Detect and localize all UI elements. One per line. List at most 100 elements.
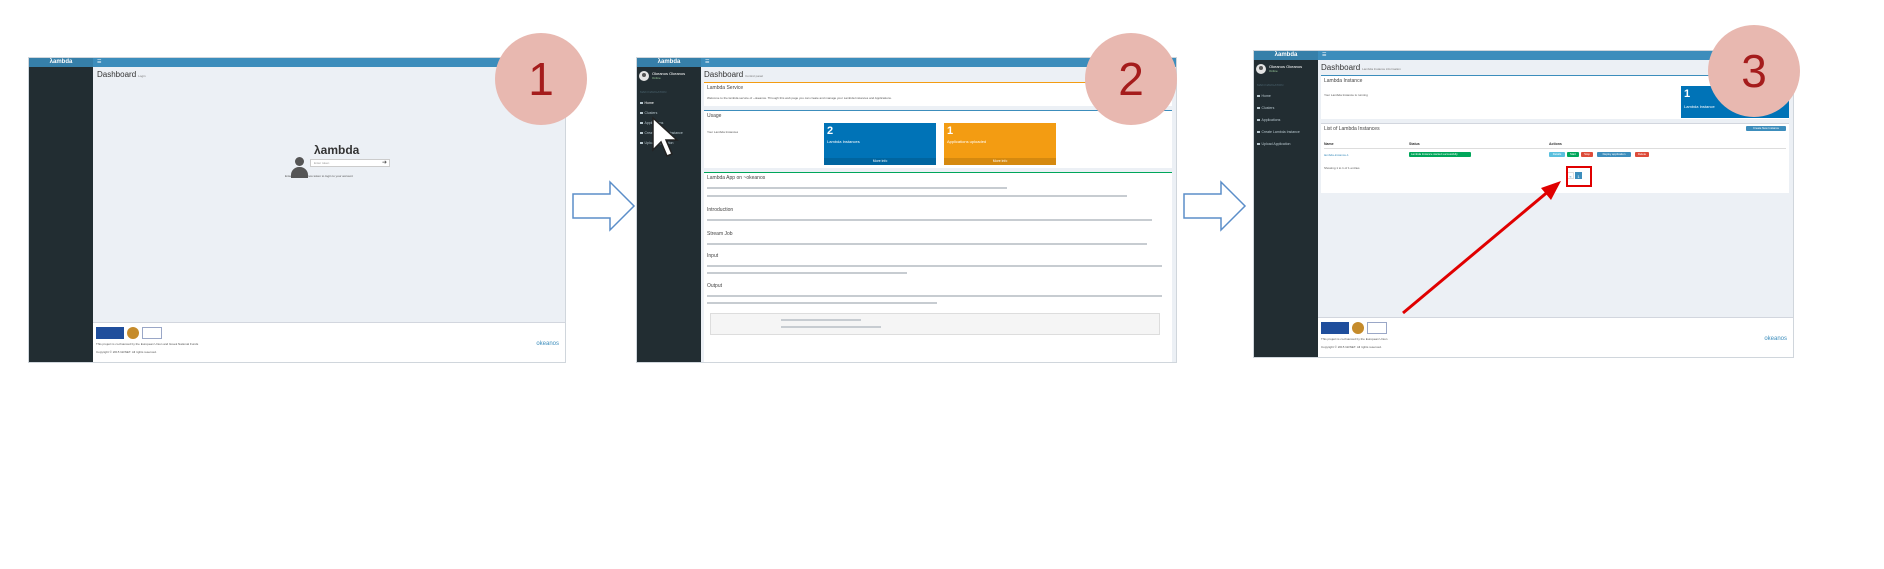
cluster-icon <box>640 111 643 115</box>
footer-cofinance-text: This project is co-financed by the Europ… <box>96 342 199 346</box>
eu-flag-logo <box>96 327 124 339</box>
screenshot-1-login: λambda ☰ Dashboard Login λambda Enter tok… <box>28 57 566 363</box>
introduction-heading: Introduction <box>707 207 734 213</box>
details-button[interactable]: Details <box>1549 152 1565 157</box>
code-block <box>710 313 1160 335</box>
sidebar: Okeanos Okeanos Online MAIN NAVIGATION H… <box>1254 60 1318 357</box>
instances-count: 2 <box>827 125 834 137</box>
output-heading: Output <box>707 283 723 289</box>
sidebar-item-clusters[interactable]: Clusters <box>640 111 657 115</box>
sidebar-item-home[interactable]: Home <box>640 101 654 105</box>
footer-copyright: Copyright © 2015 GRNET. All rights reser… <box>96 350 157 354</box>
usage-title: Usage <box>707 113 722 119</box>
intro-box: Lambda App on ~okeanos Introduction Stre… <box>704 172 1172 362</box>
okeanos-logo[interactable]: okeanos <box>1764 336 1787 342</box>
column-header-status[interactable]: Status <box>1409 142 1420 146</box>
upload-icon <box>640 141 643 145</box>
sidebar-item-applications[interactable]: Applications <box>1257 118 1280 122</box>
okeanos-logo[interactable]: okeanos <box>536 341 559 347</box>
page-title: Dashboard Control panel <box>704 70 763 79</box>
sidebar-item-create-instance[interactable]: Create Lambda Instance <box>1257 130 1300 134</box>
footer: This project is co-financed by the Europ… <box>1318 317 1793 357</box>
row-instance-name-link[interactable]: lambda-instance-1 <box>1324 153 1349 157</box>
usage-box: Usage Your Lambda Instances 2 Lambda Ins… <box>704 110 1172 168</box>
esf-logo <box>1367 322 1387 334</box>
mouse-cursor-icon <box>652 116 679 157</box>
footer-copyright: Copyright © 2015 GRNET. All rights reser… <box>1321 345 1382 349</box>
plus-icon <box>640 131 643 135</box>
page-title: Dashboard Lambda Instance information <box>1321 63 1401 72</box>
deploy-application-button[interactable]: Deploy application <box>1597 152 1631 157</box>
sidebar: Okeanos Okeanos Online MAIN NAVIGATION H… <box>637 67 701 362</box>
tutorial-strip: λambda ☰ Dashboard Login λambda Enter tok… <box>0 0 1884 569</box>
login-arrow-icon[interactable]: ➜ <box>382 159 387 166</box>
app-icon <box>640 121 643 125</box>
top-navbar: λambda ☰ <box>29 58 565 67</box>
pagination-info: Showing 1 to 1 of 1 entries <box>1324 166 1360 170</box>
input-heading: Input <box>707 253 719 259</box>
intro-title: Lambda App on ~okeanos <box>707 175 766 181</box>
sidebar-user-status: Online <box>652 76 661 80</box>
list-title: List of Lambda Instances <box>1324 126 1380 132</box>
row-status-badge: Lambda Instance started successfully <box>1409 152 1471 157</box>
sidebar-avatar <box>1256 64 1266 74</box>
plus-icon <box>1257 130 1260 134</box>
esf-logo <box>142 327 162 339</box>
step-2-badge: 2 <box>1085 33 1177 125</box>
welcome-title: Lambda Service <box>707 85 744 91</box>
greek-seal-logo <box>1352 322 1364 334</box>
sidebar-toggle-icon[interactable]: ☰ <box>97 60 101 65</box>
summary-label: Lambda Instance <box>1684 104 1715 109</box>
summary-count: 1 <box>1684 88 1691 100</box>
create-new-instance-button[interactable]: Create New Instance <box>1746 126 1786 131</box>
app-icon <box>1257 118 1260 122</box>
eu-flag-logo <box>1321 322 1349 334</box>
details-title: Lambda Instance <box>1324 78 1363 84</box>
next-step-arrow-icon <box>1183 180 1247 232</box>
step-1-badge: 1 <box>495 33 587 125</box>
sidebar <box>29 67 93 362</box>
instances-more-info-link[interactable]: More info <box>824 158 936 165</box>
home-icon <box>640 101 643 105</box>
footer: This project is co-financed by the Europ… <box>93 322 565 362</box>
delete-button[interactable]: Delete <box>1635 152 1649 157</box>
column-header-name[interactable]: Name <box>1324 142 1334 146</box>
cluster-icon <box>1257 106 1260 110</box>
sidebar-item-upload-application[interactable]: Upload Application <box>1257 142 1291 146</box>
start-button[interactable]: Start <box>1567 152 1579 157</box>
applications-box[interactable]: 1 Applications uploaded More info <box>944 123 1056 165</box>
page-title: Dashboard Login <box>97 70 146 79</box>
sidebar-toggle-icon[interactable]: ☰ <box>705 60 709 65</box>
login-title: λambda <box>314 143 360 157</box>
usage-text: Your Lambda Instances <box>707 130 739 134</box>
instances-label: Lambda Instances <box>827 139 860 144</box>
sidebar-item-home[interactable]: Home <box>1257 94 1271 98</box>
applications-count: 1 <box>947 125 954 137</box>
stream-job-heading: Stream Job <box>707 231 733 237</box>
upload-icon <box>1257 142 1260 146</box>
brand-logo[interactable]: λambda <box>29 58 93 67</box>
step-3-badge: 3 <box>1708 25 1800 117</box>
column-header-actions[interactable]: Actions <box>1549 142 1562 146</box>
sidebar-item-clusters[interactable]: Clusters <box>1257 106 1274 110</box>
applications-label: Applications uploaded <box>947 139 987 144</box>
stop-button[interactable]: Stop <box>1581 152 1593 157</box>
sidebar-nav-header: MAIN NAVIGATION <box>1257 83 1284 87</box>
sidebar-toggle-icon[interactable]: ☰ <box>1322 53 1326 58</box>
brand-logo[interactable]: λambda <box>637 58 701 67</box>
details-text: Your Lambda Instance is running <box>1324 93 1368 97</box>
login-hint: Enter your ~okeanos token to login to yo… <box>285 174 353 178</box>
home-icon <box>1257 94 1260 98</box>
greek-seal-logo <box>127 327 139 339</box>
token-input[interactable]: Enter token <box>310 159 390 167</box>
next-step-arrow-icon <box>572 180 636 232</box>
brand-logo[interactable]: λambda <box>1254 51 1318 60</box>
sidebar-user-status: Online <box>1269 69 1278 73</box>
welcome-text: Welcome to the lambda service of ~okeano… <box>707 96 892 100</box>
lambda-instances-box[interactable]: 2 Lambda Instances More info <box>824 123 936 165</box>
sidebar-nav-header: MAIN NAVIGATION <box>640 90 667 94</box>
sidebar-avatar <box>639 71 649 81</box>
footer-cofinance-text: This project is co-financed by the Europ… <box>1321 337 1388 341</box>
pointer-arrow-icon <box>1402 181 1561 315</box>
applications-more-info-link[interactable]: More info <box>944 158 1056 165</box>
